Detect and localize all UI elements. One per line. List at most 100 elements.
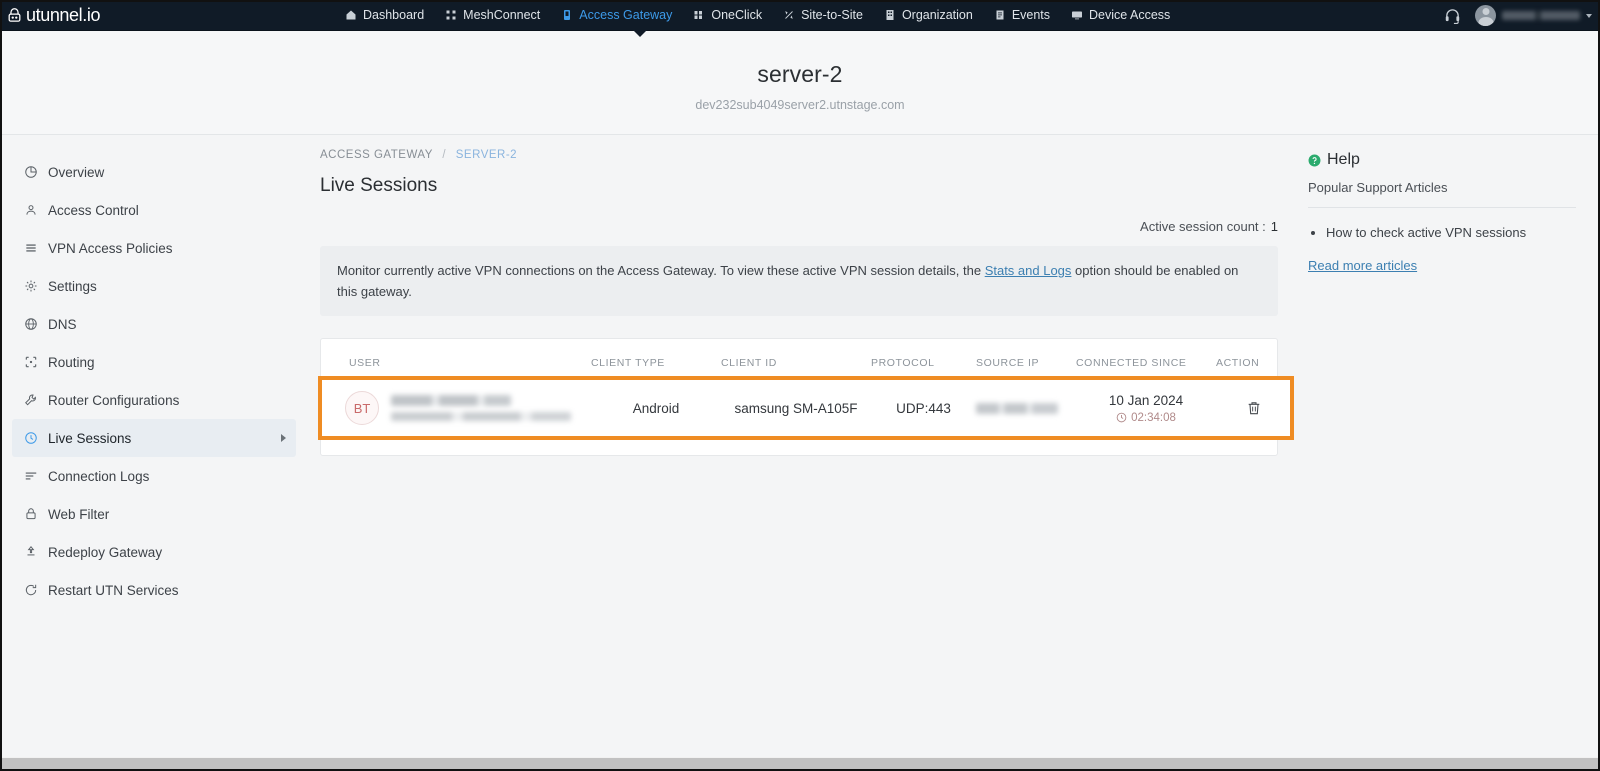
brand-logo-link[interactable]: utunnel.io <box>0 6 300 24</box>
nav-item-access-gateway-label: Access Gateway <box>579 8 673 22</box>
gear-icon <box>25 280 37 292</box>
horizontal-scrollbar[interactable] <box>0 757 1600 771</box>
nav-links: Dashboard MeshConnect Access Gateway One… <box>345 8 1170 22</box>
body: Overview Access Control VPN Access Polic… <box>0 135 1600 732</box>
sidebar-item-access-control[interactable]: Access Control <box>12 191 296 229</box>
cell-source-ip <box>976 379 1076 437</box>
column-header-client-type: CLIENT TYPE <box>591 357 665 370</box>
deploy-icon <box>27 545 35 556</box>
chevron-down-icon <box>1586 13 1592 18</box>
table-row[interactable]: BT Android samsung SM-A105F UDP:443 10 J… <box>318 376 1294 441</box>
sidebar-item-routing[interactable]: Routing <box>12 343 296 381</box>
cell-client-id: samsung SM-A105F <box>734 400 858 416</box>
active-session-count: Active session count : 1 <box>320 219 1278 234</box>
sidebar-item-overview[interactable]: Overview <box>12 153 296 191</box>
sidebar-item-access-control-label: Access Control <box>48 202 139 218</box>
oneclick-icon <box>694 11 703 19</box>
utunnel-lock-icon <box>8 7 21 22</box>
headset-icon[interactable] <box>1444 7 1461 24</box>
info-banner: Monitor currently active VPN connections… <box>320 246 1278 317</box>
sidebar-item-vpn-access-policies-label: VPN Access Policies <box>48 240 173 256</box>
column-header-client-id: CLIENT ID <box>721 357 777 370</box>
app-page: utunnel.io Dashboard MeshConnect Access … <box>0 0 1600 771</box>
globe-icon <box>25 318 37 330</box>
connected-date: 10 Jan 2024 <box>1108 392 1184 408</box>
breadcrumb-root[interactable]: ACCESS GATEWAY <box>320 149 433 161</box>
info-banner-text-before: Monitor currently active VPN connections… <box>337 263 982 278</box>
sessions-table: USER CLIENT TYPE CLIENT ID PROTOCOL SOUR… <box>318 339 1294 441</box>
nav-item-oneclick-label: OneClick <box>711 8 763 22</box>
sidebar-item-live-sessions[interactable]: Live Sessions <box>12 419 296 457</box>
sidebar-item-router-configurations[interactable]: Router Configurations <box>12 381 296 419</box>
question-circle-icon <box>1308 154 1321 166</box>
wrench-icon <box>25 394 36 406</box>
sidebar-item-connection-logs[interactable]: Connection Logs <box>12 457 296 495</box>
restart-icon <box>25 584 37 596</box>
table-header-row: USER CLIENT TYPE CLIENT ID PROTOCOL SOUR… <box>321 339 1291 379</box>
nav-item-site-to-site[interactable]: Site-to-Site <box>783 8 863 22</box>
nav-item-dashboard-label: Dashboard <box>363 8 425 22</box>
sidebar-item-dns[interactable]: DNS <box>12 305 296 343</box>
top-navbar: utunnel.io Dashboard MeshConnect Access … <box>0 0 1600 37</box>
nav-item-events[interactable]: Events <box>994 8 1050 22</box>
user-menu[interactable] <box>1475 5 1592 26</box>
nav-item-device-access-label: Device Access <box>1089 8 1171 22</box>
connected-duration-text: 02:34:08 <box>1131 411 1176 424</box>
cell-user: BT <box>321 379 591 437</box>
sessions-table-body: BT Android samsung SM-A105F UDP:443 10 J… <box>318 376 1294 441</box>
nav-item-meshconnect[interactable]: MeshConnect <box>445 8 540 22</box>
sidebar-item-vpn-access-policies[interactable]: VPN Access Policies <box>12 229 296 267</box>
user-name-redacted <box>1502 11 1580 20</box>
brand-text: utunnel.io <box>26 5 101 25</box>
main-content: ACCESS GATEWAY / SERVER-2 Live Sessions … <box>310 135 1300 732</box>
nav-item-events-label: Events <box>1011 8 1051 22</box>
breadcrumb-current[interactable]: SERVER-2 <box>456 149 517 161</box>
nav-item-device-access[interactable]: Device Access <box>1071 8 1170 22</box>
nav-item-oneclick[interactable]: OneClick <box>693 8 762 22</box>
breadcrumb-separator: / <box>442 149 447 161</box>
column-header-user: USER <box>349 357 381 370</box>
scrollbar-thumb[interactable] <box>2 758 1598 770</box>
logs-icon <box>25 472 37 480</box>
nav-item-dashboard[interactable]: Dashboard <box>345 8 424 22</box>
home-icon <box>346 10 356 20</box>
cell-action <box>1216 379 1291 437</box>
sidebar-item-dns-label: DNS <box>48 316 77 332</box>
page-subtitle-host: dev232sub4049server2.utnstage.com <box>695 98 905 112</box>
user-cell: BT <box>321 391 591 426</box>
user-icon <box>26 205 36 215</box>
help-panel: Help Popular Support Articles How to che… <box>1300 135 1600 732</box>
delete-session-button[interactable] <box>1216 400 1291 416</box>
trash-icon <box>1248 402 1259 415</box>
sidebar-item-settings[interactable]: Settings <box>12 267 296 305</box>
nav-item-site-to-site-label: Site-to-Site <box>801 8 863 22</box>
column-header-connected-since: CONNECTED SINCE <box>1076 357 1187 370</box>
nav-item-organization-label: Organization <box>901 8 973 22</box>
sidebar-item-overview-label: Overview <box>48 164 105 180</box>
page-header: server-2 dev232sub4049server2.utnstage.c… <box>0 31 1600 135</box>
site-to-site-icon <box>785 11 793 19</box>
sessions-table-card: USER CLIENT TYPE CLIENT ID PROTOCOL SOUR… <box>318 338 1294 457</box>
source-ip-redacted <box>976 402 1058 414</box>
list-icon <box>26 244 36 252</box>
help-title: Help <box>1327 151 1360 168</box>
stats-and-logs-link[interactable]: Stats and Logs <box>985 263 1072 278</box>
organization-icon <box>886 10 894 20</box>
nav-item-access-gateway[interactable]: Access Gateway <box>561 8 672 22</box>
routing-icon <box>25 356 37 368</box>
nav-item-organization[interactable]: Organization <box>884 8 973 22</box>
sidebar-item-web-filter-label: Web Filter <box>48 506 110 522</box>
sidebar-item-settings-label: Settings <box>48 278 97 294</box>
sidebar-item-routing-label: Routing <box>48 354 95 370</box>
sidebar-item-web-filter[interactable]: Web Filter <box>12 495 296 533</box>
sidebar-item-restart-utn-services[interactable]: Restart UTN Services <box>12 571 296 609</box>
avatar: BT <box>345 391 379 426</box>
read-more-articles-link[interactable]: Read more articles <box>1308 258 1417 273</box>
sidebar-item-connection-logs-label: Connection Logs <box>48 468 150 484</box>
pie-chart-icon <box>25 166 37 178</box>
active-session-count-label: Active session count : <box>1140 219 1266 234</box>
list-item[interactable]: How to check active VPN sessions <box>1308 224 1576 243</box>
sidebar-item-redeploy-gateway[interactable]: Redeploy Gateway <box>12 533 296 571</box>
sidebar: Overview Access Control VPN Access Polic… <box>0 135 310 732</box>
column-header-source-ip: SOURCE IP <box>976 357 1040 370</box>
